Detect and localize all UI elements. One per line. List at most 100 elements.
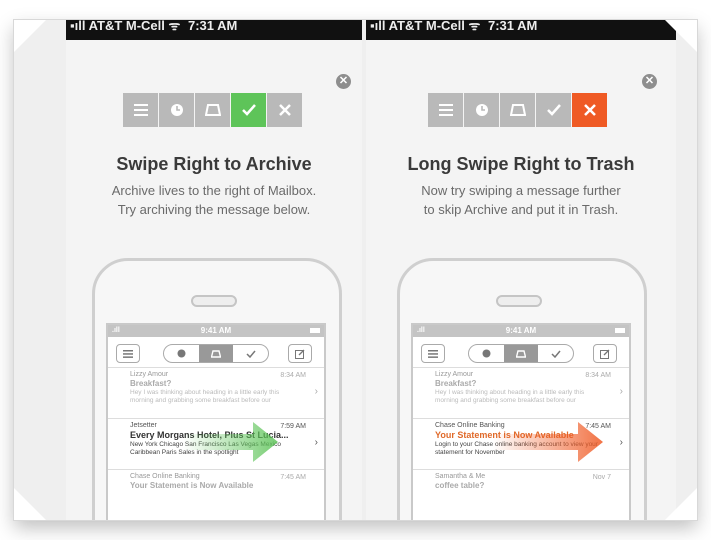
menu-icon [123,349,133,358]
tutorial-description: Now try swiping a message further to ski… [366,181,676,219]
message-subject: coffee table? [435,481,485,490]
mailbox-segmented-control [163,344,269,363]
tab-inbox[interactable] [500,93,535,127]
list-item[interactable]: Lizzy Amour Breakfast? Hey I was thinkin… [108,368,324,419]
clock-icon [475,104,488,116]
menu-button[interactable] [116,344,140,363]
list-icon [438,104,453,116]
segment-later[interactable] [469,345,504,362]
signal-icon: .ıll [417,327,425,334]
page-curl-decoration [14,488,46,520]
menu-button[interactable] [421,344,445,363]
check-icon [241,104,256,116]
tab-later[interactable] [159,93,194,127]
message-time: 7:45 AM [585,423,611,430]
segment-archive[interactable] [233,345,268,362]
menu-icon [428,349,438,358]
mini-toolbar [413,337,629,368]
close-icon: ✕ [644,75,655,87]
description-line-2: Try archiving the message below. [117,202,311,217]
description-line-2: to skip Archive and put it in Trash. [423,202,619,217]
carrier-label: ▪ıll AT&T M-Cell ᯤ [370,20,481,33]
mini-time: 9:41 AM [505,326,537,335]
close-button[interactable]: ✕ [642,74,657,89]
signal-icon: .ıll [112,327,120,334]
tab-list[interactable] [123,93,158,127]
message-subject: Breakfast? [435,379,477,388]
message-snippet: Hey I was thinking about heading in a li… [435,389,585,404]
inbox-icon [211,349,221,358]
description-line-1: Now try swiping a message further [421,183,621,198]
compose-icon [600,349,610,359]
page-curl-decoration [665,488,697,520]
screenshot-frame: ▪ıll AT&T M-Cell ᯤ 7:31 AM ✕ Swipe Right… [14,20,697,520]
phone-screen: .ıll 9:41 AM Lizzy Amour Breakfast? Hey … [106,323,326,520]
segment-archive[interactable] [538,345,573,362]
compose-button[interactable] [593,344,617,363]
check-icon [551,350,561,358]
list-item[interactable]: Samantha & Me coffee table? Nov 7 [413,470,629,520]
inbox-icon [516,349,526,358]
segment-inbox[interactable] [503,345,539,362]
description-line-1: Archive lives to the right of Mailbox. [111,183,317,198]
clock-icon [177,349,186,358]
x-icon [278,104,291,116]
check-icon [546,104,561,116]
tab-archive[interactable] [536,93,571,127]
phone-speaker [496,295,542,307]
close-icon: ✕ [338,75,349,87]
mailbox-segmented-control [468,344,574,363]
chevron-right-icon: › [314,386,318,397]
list-icon [133,104,148,116]
message-subject: Your Statement is Now Available [130,481,254,490]
message-time: 7:45 AM [280,474,306,481]
message-time: 8:34 AM [585,372,611,379]
message-time: 7:59 AM [280,423,306,430]
status-time: 7:31 AM [188,20,238,33]
tutorial-heading: Long Swipe Right to Trash [407,154,635,174]
phone-speaker [191,295,237,307]
mini-toolbar [108,337,324,368]
mini-status-bar: .ıll 9:41 AM [108,325,324,337]
chevron-right-icon: › [619,386,623,397]
tab-inbox[interactable] [195,93,230,127]
tutorial-description: Archive lives to the right of Mailbox. T… [66,181,362,219]
compose-icon [295,349,305,359]
tab-archive[interactable] [231,93,266,127]
tab-trash[interactable] [572,93,607,127]
status-time: 7:31 AM [488,20,538,33]
x-icon [583,104,596,116]
segment-inbox[interactable] [198,345,234,362]
swipe-action-bar [428,93,608,127]
message-snippet: Hey I was thinking about heading in a li… [130,389,280,404]
segment-later[interactable] [164,345,199,362]
list-item[interactable]: Chase Online Banking Your Statement is N… [413,419,629,470]
archive-tutorial-panel: ▪ıll AT&T M-Cell ᯤ 7:31 AM ✕ Swipe Right… [66,20,362,520]
clock-icon [170,104,183,116]
tab-list[interactable] [428,93,463,127]
swipe-action-bar [123,93,303,127]
tab-later[interactable] [464,93,499,127]
carrier-label: ▪ıll AT&T M-Cell ᯤ [70,20,181,33]
clock-icon [482,349,491,358]
tutorial-heading: Swipe Right to Archive [116,154,312,174]
phone-illustration: .ıll 9:41 AM Lizzy Amour Breakfast? Hey … [92,258,342,520]
list-item[interactable]: Jetsetter Every Morgans Hotel, Plus St L… [108,419,324,470]
phone-screen: .ıll 9:41 AM Lizzy Amour Breakfast? Hey … [411,323,631,520]
status-bar: ▪ıll AT&T M-Cell ᯤ 7:31 AM [66,20,362,40]
page-curl-decoration [14,20,46,52]
list-item[interactable]: Chase Online Banking Your Statement is N… [108,470,324,520]
page-curl-decoration [665,20,697,52]
battery-icon [615,328,625,333]
close-button[interactable]: ✕ [336,74,351,89]
mini-status-bar: .ıll 9:41 AM [413,325,629,337]
trash-tutorial-panel: ▪ıll AT&T M-Cell ᯤ 7:31 AM ✕ Long Swipe … [366,20,676,520]
chevron-right-icon: › [619,437,623,448]
swipe-arrow-icon [183,422,278,462]
list-item[interactable]: Lizzy Amour Breakfast? Hey I was thinkin… [413,368,629,419]
message-time: 8:34 AM [280,372,306,379]
compose-button[interactable] [288,344,312,363]
tab-trash[interactable] [267,93,302,127]
message-time: Nov 7 [592,474,611,481]
inbox-icon [509,104,526,116]
